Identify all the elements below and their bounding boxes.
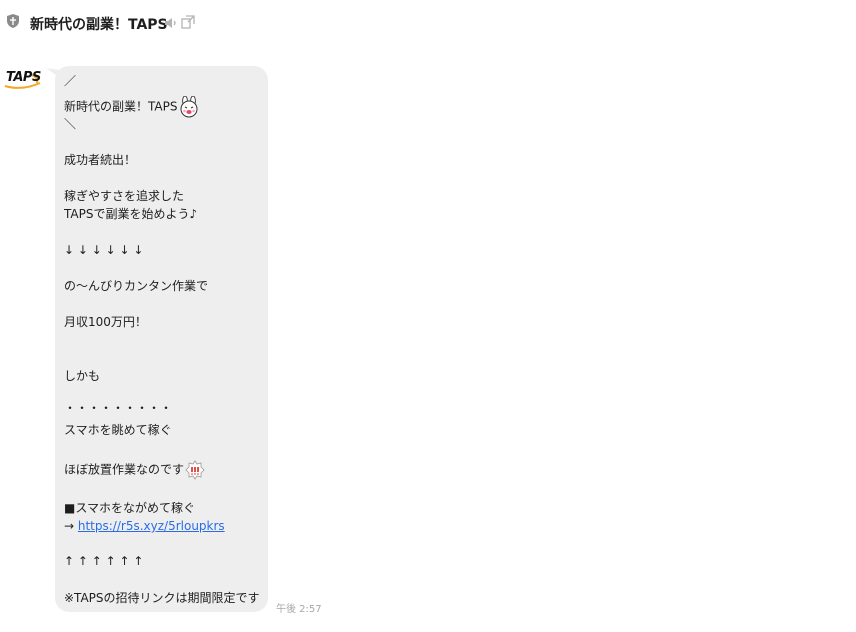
message-link-line: → https://r5s.xyz/5rloupkrs [64,519,225,533]
exclamation-badge-emoji-icon [185,460,205,480]
message-line: スマホを眺めて稼ぐ [64,423,172,437]
message-line: 月収100万円！ [64,315,147,329]
invite-link[interactable]: https://r5s.xyz/5rloupkrs [78,519,225,533]
message-line: TAPSで副業を始めよう♪ [64,207,198,221]
chat-header: 新時代の副業！TAPS [0,0,856,46]
bunny-face-emoji-icon [180,96,198,118]
message-line: の〜んびりカンタン作業で [64,279,209,293]
speaker-icon[interactable] [164,16,178,30]
message-line: ほぼ放置作業なのです [64,460,205,480]
arrow-text: → [64,519,78,533]
message-line-text: ほぼ放置作業なのです [64,462,185,477]
message-timestamp: 午後 2:57 [276,604,322,615]
logo-text: TAPS [6,70,41,85]
message-line: ／ [64,74,77,88]
chat-title: 新時代の副業！TAPS [30,17,168,33]
message-line: しかも [64,369,101,383]
message-line: ↑ ↑ ↑ ↑ ↑ ↑ [64,554,144,568]
message-line: 新時代の副業！TAPS [64,96,200,118]
popout-window-icon[interactable] [181,15,195,29]
message-line: ■スマホをながめて稼ぐ [64,501,195,515]
message-line: ・・・・・・・・・ [64,401,173,415]
message-line: 成功者続出！ [64,153,137,167]
shield-icon [7,14,19,28]
message-line-text: 新時代の副業！TAPS [64,99,178,114]
message-line: ※TAPSの招待リンクは期間限定です [64,591,260,605]
message-line: ＼ [64,117,77,131]
message-line: ↓ ↓ ↓ ↓ ↓ ↓ [64,243,144,257]
message-line: 稼ぎやすさを追求した [64,189,185,203]
avatar[interactable]: TAPS [4,69,44,93]
